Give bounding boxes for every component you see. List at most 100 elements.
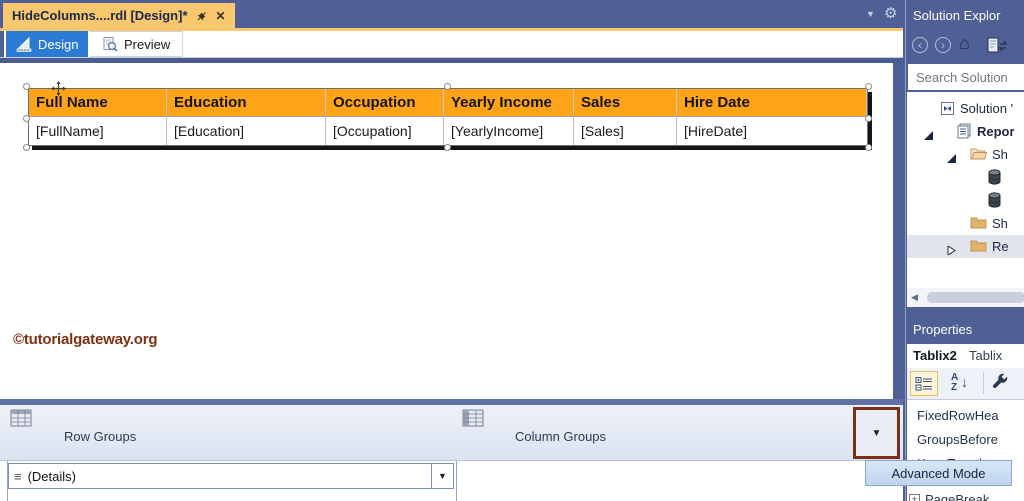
tablix-header-cell[interactable]: Full Name — [29, 89, 167, 117]
expander-expanded-icon[interactable] — [947, 150, 956, 163]
solution-tree: Solution ' Repor Sh Sh Re — [907, 92, 1024, 288]
pin-icon[interactable] — [196, 10, 208, 22]
tablix-header-cell[interactable]: Education — [167, 89, 326, 117]
designer-mode-toolbar: Design Preview — [4, 31, 903, 57]
solution-explorer-title: Solution Explor — [913, 8, 1001, 23]
toolbar-divider — [983, 372, 984, 394]
tablix-data-cell[interactable]: [Occupation] — [326, 117, 444, 145]
details-group-label: (Details) — [27, 468, 76, 484]
tablix-data-row: [FullName] [Education] [Occupation] [Yea… — [29, 117, 867, 145]
tab-design-label: Design — [38, 36, 79, 52]
selection-handle[interactable] — [444, 83, 451, 90]
hamburger-icon: ≡ — [14, 468, 22, 484]
folder-icon — [970, 238, 987, 257]
home-icon[interactable]: ⌂ — [959, 33, 970, 54]
advanced-mode-label: Advanced Mode — [891, 465, 986, 481]
tablix-control[interactable]: Full Name Education Occupation Yearly In… — [23, 81, 872, 151]
tree-item-label: Solution ' — [960, 101, 1014, 116]
details-dropdown-arrow[interactable]: ▼ — [431, 464, 453, 488]
scroll-left-icon[interactable]: ◀ — [911, 292, 918, 303]
tree-item-label: Sh — [992, 147, 1008, 162]
selection-handle[interactable] — [444, 144, 451, 151]
property-pages-wrench-icon[interactable] — [991, 372, 1013, 394]
tablix-header-cell[interactable]: Hire Date — [677, 89, 867, 117]
properties-title: Properties — [913, 322, 973, 337]
document-tab-title: HideColumns....rdl [Design]* — [12, 8, 188, 23]
object-name: Tablix2 — [913, 348, 957, 363]
tree-item-shared-data-sources[interactable]: Sh — [907, 143, 1024, 166]
report-design-surface[interactable]: Full Name Education Occupation Yearly In… — [0, 63, 893, 399]
tablix-data-cell[interactable]: [Education] — [167, 117, 326, 145]
selection-handle[interactable] — [865, 144, 872, 151]
grouping-header-band: Row Groups Column Groups ▼ — [0, 405, 903, 461]
search-input[interactable] — [908, 64, 1024, 90]
ssrs-designer-window: HideColumns....rdl [Design]* ✕ ▼ ⚙ Desig… — [0, 0, 1024, 501]
chevron-down-icon: ▼ — [438, 471, 447, 481]
tablix-data-cell[interactable]: [Sales] — [574, 117, 677, 145]
tree-item-label: Re — [992, 239, 1009, 254]
scrollbar-thumb[interactable] — [927, 292, 1024, 303]
details-group-item[interactable]: ≡ (Details) ▼ — [8, 463, 454, 489]
tree-item-report-project[interactable]: Repor — [907, 120, 1024, 143]
property-row[interactable]: FixedRowHea — [907, 404, 1024, 428]
sync-with-active-document-icon[interactable] — [987, 36, 1013, 59]
property-row[interactable]: + PageBreak — [907, 488, 1024, 501]
categorized-icon — [915, 376, 932, 390]
close-icon[interactable]: ✕ — [216, 10, 226, 22]
database-icon — [988, 169, 1001, 190]
tablix-header-cell[interactable]: Occupation — [326, 89, 444, 117]
tree-item-reports[interactable]: Re — [907, 235, 1024, 258]
tree-item-data-source[interactable] — [907, 189, 1024, 212]
tab-design[interactable]: Design — [6, 31, 89, 57]
expand-plus-icon[interactable]: + — [909, 494, 920, 501]
forward-arrow-icon: › — [941, 38, 945, 52]
database-icon — [988, 192, 1001, 213]
tablix-header-cell[interactable]: Yearly Income — [444, 89, 574, 117]
forward-button[interactable]: › — [935, 37, 951, 53]
selection-handle[interactable] — [23, 115, 30, 122]
grouping-content-divider — [456, 461, 457, 501]
selection-handle[interactable] — [865, 115, 872, 122]
back-button[interactable]: ‹ — [912, 37, 928, 53]
gear-icon[interactable]: ⚙ — [884, 4, 897, 22]
column-groups-dropdown-button[interactable]: ▼ — [853, 407, 900, 459]
tablix-header-cell[interactable]: Sales — [574, 89, 677, 117]
solution-search-box[interactable] — [908, 64, 1024, 90]
tree-item-shared-datasets[interactable]: Sh — [907, 212, 1024, 235]
design-ruler-icon — [16, 36, 32, 52]
alphabetical-sort-button[interactable]: A Z ↓ — [949, 372, 975, 395]
tablix-data-cell[interactable]: [FullName] — [29, 117, 167, 145]
tablix-data-cell[interactable]: [YearlyIncome] — [444, 117, 574, 145]
preview-magnifier-icon — [102, 36, 118, 52]
properties-object-selector[interactable]: Tablix2 Tablix — [907, 344, 1024, 368]
column-groups-icon — [462, 409, 484, 432]
property-row[interactable]: GroupsBefore — [907, 428, 1024, 452]
tree-item-solution[interactable]: Solution ' — [907, 97, 1024, 120]
expander-collapsed-icon[interactable] — [947, 242, 956, 256]
property-name: FixedRowHea — [917, 408, 999, 423]
tab-preview[interactable]: Preview — [90, 31, 184, 57]
solution-explorer-toolbar: ‹ › ⌂ — [906, 32, 1024, 62]
property-name: GroupsBefore — [917, 432, 998, 447]
document-tab[interactable]: HideColumns....rdl [Design]* ✕ — [3, 3, 235, 28]
selection-handle[interactable] — [23, 144, 30, 151]
folder-icon — [970, 215, 987, 234]
move-handle-icon[interactable] — [51, 81, 66, 101]
row-groups-label: Row Groups — [64, 429, 137, 444]
tab-preview-label: Preview — [124, 36, 171, 52]
document-list-dropdown-icon[interactable]: ▼ — [866, 9, 875, 19]
menu-item-advanced-mode[interactable]: Advanced Mode — [865, 460, 1012, 486]
selection-handle[interactable] — [865, 83, 872, 90]
watermark-text: ©tutorialgateway.org — [13, 331, 158, 348]
tree-item-data-source[interactable] — [907, 166, 1024, 189]
horizontal-scrollbar[interactable]: ◀ — [907, 288, 1024, 307]
chevron-down-icon: ▼ — [871, 427, 882, 439]
selection-handle[interactable] — [23, 83, 30, 90]
properties-toolbar: A Z ↓ — [907, 368, 1024, 399]
tablix-data-cell[interactable]: [HireDate] — [677, 117, 867, 145]
object-type: Tablix — [969, 348, 1003, 363]
categorized-view-button[interactable] — [910, 371, 938, 396]
back-arrow-icon: ‹ — [918, 38, 922, 52]
tablix-header-row: Full Name Education Occupation Yearly In… — [29, 89, 867, 117]
expander-expanded-icon[interactable] — [924, 127, 933, 140]
